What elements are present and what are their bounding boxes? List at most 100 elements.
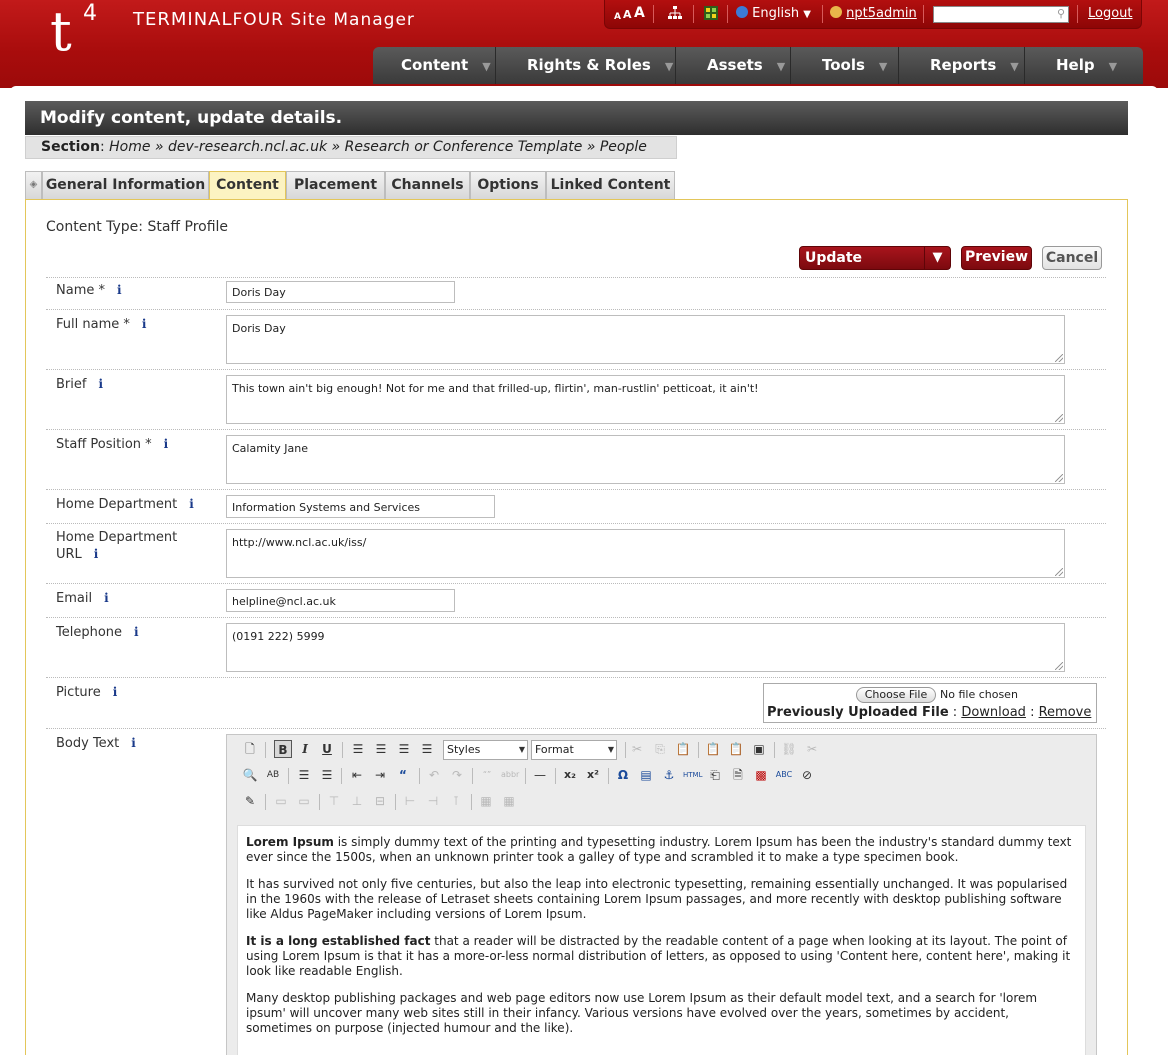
staff-position-field[interactable]: Calamity Jane xyxy=(226,435,1065,484)
info-icon[interactable]: i xyxy=(164,437,169,451)
remove-link[interactable]: Remove xyxy=(1039,705,1092,720)
paste-icon[interactable]: 📋 xyxy=(674,740,692,758)
indent-icon[interactable]: ⇥ xyxy=(371,766,389,784)
info-icon[interactable]: i xyxy=(94,547,99,561)
format-select[interactable]: Format ▼ xyxy=(531,740,617,760)
align-center-icon[interactable]: ☰ xyxy=(372,740,390,758)
numbered-list-icon[interactable]: ☰ xyxy=(318,766,336,784)
blockquote-icon[interactable]: “ xyxy=(394,766,412,784)
insert-image-icon[interactable]: ▩ xyxy=(752,766,770,784)
insert-row-before-icon[interactable]: ⊤ xyxy=(325,792,343,810)
special-char-icon[interactable]: Ω xyxy=(614,766,632,784)
user-menu[interactable]: npt5admin xyxy=(830,6,917,22)
info-icon[interactable]: i xyxy=(131,736,136,750)
link-icon[interactable]: ⛓ xyxy=(780,740,798,758)
new-page-icon[interactable]: 🗋 xyxy=(241,740,259,758)
html-source-icon[interactable]: HTML xyxy=(683,766,702,784)
info-icon[interactable]: i xyxy=(142,317,147,331)
delete-col-icon[interactable]: ⊺ xyxy=(447,792,465,810)
unlink-icon[interactable]: ✂ xyxy=(803,740,821,758)
chevron-down-icon[interactable]: ▼ xyxy=(924,247,950,269)
subscript-icon[interactable]: x₂ xyxy=(561,766,579,784)
abbr-icon[interactable]: abbr xyxy=(501,766,519,784)
collapse-tabs-icon[interactable]: ◈ xyxy=(25,171,42,199)
text-size-small[interactable]: A xyxy=(614,9,621,25)
sitemap-icon[interactable] xyxy=(667,5,683,26)
copy-icon[interactable]: ⎘ xyxy=(651,740,669,758)
quote-icon[interactable]: “” xyxy=(478,766,496,784)
media-icon[interactable]: ▤ xyxy=(637,766,655,784)
anchor-icon[interactable]: ⚓ xyxy=(660,766,678,784)
home-department-field[interactable]: Information Systems and Services xyxy=(226,495,495,518)
logout-link[interactable]: Logout xyxy=(1088,6,1133,22)
search-input[interactable]: ⚲ xyxy=(933,6,1069,23)
info-icon[interactable]: i xyxy=(98,377,103,391)
full-name-field[interactable]: Doris Day xyxy=(226,315,1065,364)
align-justify-icon[interactable]: ☰ xyxy=(418,740,436,758)
nav-content[interactable]: Content ▼ xyxy=(401,47,491,84)
table-row-icon[interactable]: ▭ xyxy=(272,792,290,810)
insert-col-before-icon[interactable]: ⊢ xyxy=(401,792,419,810)
tab-placement[interactable]: Placement xyxy=(286,171,385,199)
tab-linked-content[interactable]: Linked Content xyxy=(546,171,675,199)
split-cells-icon[interactable]: ▦ xyxy=(477,792,495,810)
horizontal-rule-icon[interactable]: — xyxy=(531,766,549,784)
nav-assets[interactable]: Assets ▼ xyxy=(707,47,785,84)
nav-reports[interactable]: Reports ▼ xyxy=(930,47,1019,84)
info-icon[interactable]: i xyxy=(134,625,139,639)
find-icon[interactable]: 🔍 xyxy=(241,766,259,784)
text-size-large[interactable]: A xyxy=(634,5,645,21)
tab-channels[interactable]: Channels xyxy=(385,171,470,199)
download-link[interactable]: Download xyxy=(961,705,1026,720)
info-icon[interactable]: i xyxy=(189,497,194,511)
bold-icon[interactable]: B xyxy=(274,740,292,758)
tab-content[interactable]: Content xyxy=(209,171,286,200)
insert-col-after-icon[interactable]: ⊣ xyxy=(424,792,442,810)
delete-row-icon[interactable]: ⊟ xyxy=(371,792,389,810)
username-link[interactable]: npt5admin xyxy=(846,6,917,21)
media-icon[interactable] xyxy=(703,5,719,26)
merge-cells-icon[interactable]: ▦ xyxy=(500,792,518,810)
email-field[interactable]: helpline@ncl.ac.uk xyxy=(226,589,455,612)
align-right-icon[interactable]: ☰ xyxy=(395,740,413,758)
home-department-url-field[interactable]: http://www.ncl.ac.uk/iss/ xyxy=(226,529,1065,578)
select-all-icon[interactable]: ▣ xyxy=(750,740,768,758)
info-icon[interactable]: i xyxy=(117,283,122,297)
paste-word-icon[interactable]: 📋 xyxy=(727,740,745,758)
outdent-icon[interactable]: ⇤ xyxy=(348,766,366,784)
italic-icon[interactable]: I xyxy=(296,740,314,758)
nav-rights-roles[interactable]: Rights & Roles ▼ xyxy=(527,47,673,84)
tab-options[interactable]: Options xyxy=(470,171,546,199)
text-size-medium[interactable]: A xyxy=(623,7,632,23)
tab-general-information[interactable]: General Information xyxy=(42,171,209,199)
replace-icon[interactable]: AB xyxy=(264,766,282,784)
align-left-icon[interactable]: ☰ xyxy=(349,740,367,758)
insert-section-icon[interactable]: ⎗ xyxy=(706,766,724,784)
breadcrumb-path[interactable]: Home » dev-research.ncl.ac.uk » Research… xyxy=(109,139,647,155)
insert-row-after-icon[interactable]: ⊥ xyxy=(348,792,366,810)
insert-document-icon[interactable]: 🗎 xyxy=(729,766,747,784)
language-selector[interactable]: English ▼ xyxy=(736,6,811,23)
preview-button[interactable]: Preview xyxy=(961,246,1032,270)
redo-icon[interactable]: ↷ xyxy=(448,766,466,784)
spellcheck-icon[interactable]: ABC xyxy=(775,766,793,784)
cancel-button[interactable]: Cancel xyxy=(1042,246,1102,270)
edit-icon[interactable]: ✎ xyxy=(241,792,259,810)
nav-help[interactable]: Help ▼ xyxy=(1056,47,1117,84)
name-field[interactable]: Doris Day xyxy=(226,281,455,303)
underline-icon[interactable]: U xyxy=(318,740,336,758)
editor-content[interactable]: Lorem Ipsum is simply dummy text of the … xyxy=(237,825,1086,1055)
t4-logo[interactable]: t4 xyxy=(50,1,97,62)
clear-format-icon[interactable]: ⊘ xyxy=(798,766,816,784)
telephone-field[interactable]: (0191 222) 5999 xyxy=(226,623,1065,672)
superscript-icon[interactable]: x² xyxy=(584,766,602,784)
search-icon[interactable]: ⚲ xyxy=(1057,7,1065,20)
choose-file-button[interactable]: Choose File xyxy=(856,687,936,703)
bulleted-list-icon[interactable]: ☰ xyxy=(295,766,313,784)
info-icon[interactable]: i xyxy=(104,591,109,605)
brief-field[interactable]: This town ain't big enough! Not for me a… xyxy=(226,375,1065,424)
undo-icon[interactable]: ↶ xyxy=(425,766,443,784)
cut-icon[interactable]: ✂ xyxy=(628,740,646,758)
update-button[interactable]: Update ▼ xyxy=(799,246,951,270)
nav-tools[interactable]: Tools ▼ xyxy=(822,47,887,84)
